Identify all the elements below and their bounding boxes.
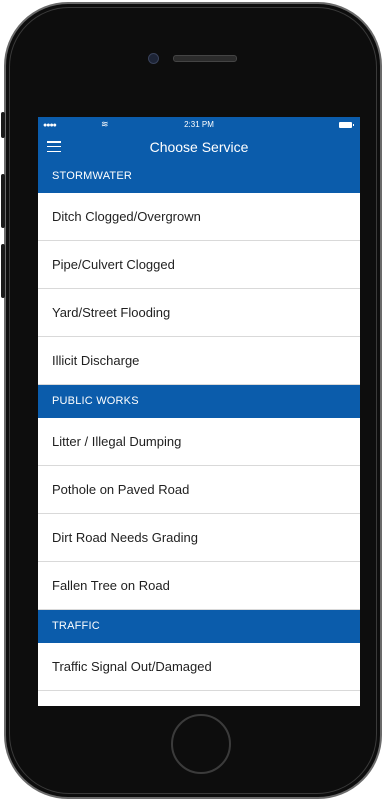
service-list-item[interactable]: Fallen Tree on Road — [38, 562, 360, 610]
service-list-item[interactable]: Pothole on Paved Road — [38, 466, 360, 514]
app-screen: ●●●● ≋ 2:31 PM Choose Service STORMWATER… — [38, 117, 360, 706]
volume-up-button — [1, 174, 5, 228]
section-header: STORMWATER — [38, 160, 360, 193]
battery-icon — [339, 122, 354, 128]
service-list-item[interactable]: Yard/Street Flooding — [38, 289, 360, 337]
front-camera — [148, 53, 159, 64]
service-list-item[interactable]: Ditch Clogged/Overgrown — [38, 193, 360, 241]
navigation-bar: Choose Service — [38, 134, 360, 160]
service-list-item[interactable]: Pipe/Culvert Clogged — [38, 241, 360, 289]
service-list-item[interactable]: Litter / Illegal Dumping — [38, 418, 360, 466]
service-list-item[interactable]: Illicit Discharge — [38, 337, 360, 385]
section-header: TRAFFIC — [38, 610, 360, 643]
service-list-item[interactable]: Traffic Signal Out/Damaged — [38, 643, 360, 691]
earpiece-speaker — [173, 55, 237, 62]
service-list-item[interactable]: Dirt Road Needs Grading — [38, 514, 360, 562]
volume-down-button — [1, 244, 5, 298]
section-header: PUBLIC WORKS — [38, 385, 360, 418]
home-button[interactable] — [171, 714, 231, 774]
status-bar: ●●●● ≋ 2:31 PM — [38, 117, 360, 134]
service-list: STORMWATER Ditch Clogged/Overgrown Pipe/Cu… — [38, 160, 360, 691]
status-time: 2:31 PM — [184, 120, 214, 129]
mute-switch — [1, 112, 5, 138]
page-title: Choose Service — [149, 139, 249, 155]
